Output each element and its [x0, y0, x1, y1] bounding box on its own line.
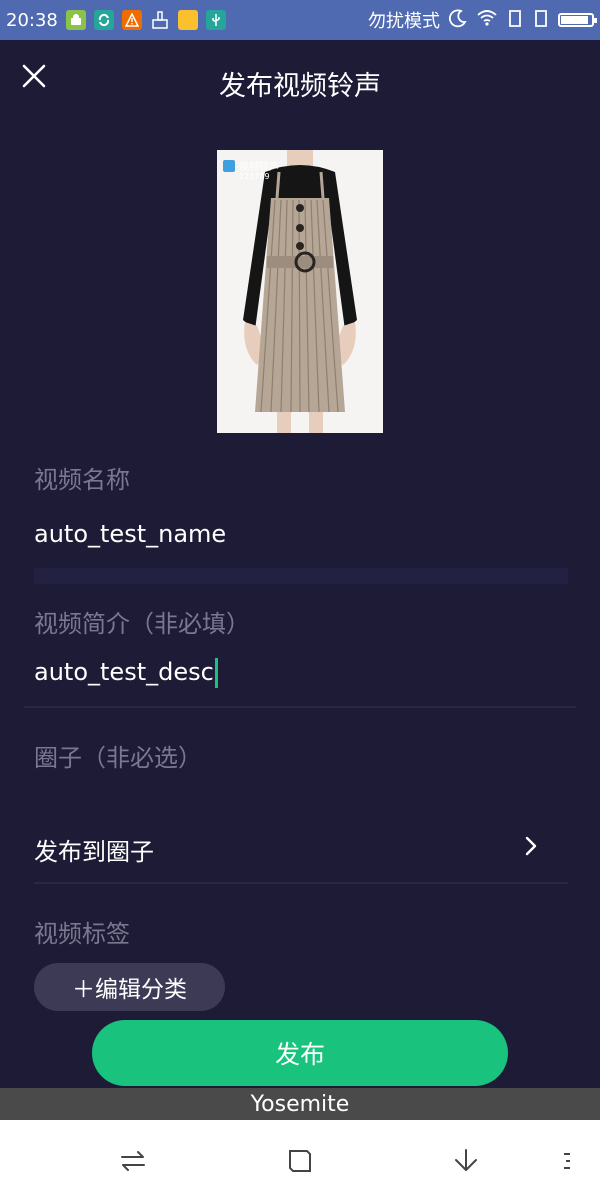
text-cursor: [214, 658, 218, 688]
video-name-label: 视频名称: [34, 466, 130, 494]
signal-icon: [506, 8, 524, 33]
app-logo-icon: [223, 159, 235, 172]
battery-level-fill: [561, 16, 589, 24]
status-time: 20:38: [6, 9, 58, 31]
battery-icon: [558, 13, 597, 27]
notification-pull-button[interactable]: [451, 1146, 481, 1176]
signal-icon: [532, 8, 550, 33]
android-notification-icon: [65, 10, 86, 30]
broom-icon: [150, 10, 170, 30]
folder-icon: [177, 10, 198, 30]
system-nav-bar: [0, 1120, 600, 1200]
page-title: 发布视频铃声: [219, 71, 381, 102]
video-tags-label: 视频标签: [34, 920, 130, 948]
dnd-label: 勿扰模式: [368, 11, 440, 32]
cover-watermark: 视频铃声: [223, 158, 279, 173]
warning-icon: [121, 10, 142, 30]
chevron-right-icon: [525, 836, 537, 856]
video-name-underline: [34, 568, 568, 584]
home-square-icon: [289, 1150, 311, 1172]
video-cover-preview[interactable]: 视频铃声 123789: [217, 150, 383, 433]
switch-apps-icon: [121, 1151, 145, 1171]
wifi-icon: [476, 9, 498, 32]
publish-button[interactable]: 发布: [92, 1020, 508, 1086]
status-bar-right: 勿扰模式: [368, 7, 597, 33]
video-desc-label: 视频简介（非必填）: [34, 610, 250, 638]
switch-apps-button[interactable]: [118, 1146, 148, 1176]
wifi-ssid-bar: Yosemite: [0, 1088, 600, 1120]
status-bar-left: 20:38: [6, 10, 226, 31]
publish-to-circle-text: 发布到圈子: [34, 838, 154, 866]
desc-divider: [24, 706, 576, 708]
video-desc-text: auto_test_desc: [34, 658, 214, 686]
edit-category-button[interactable]: ＋编辑分类: [34, 963, 225, 1011]
cover-image: [217, 150, 383, 433]
status-bar: 20:38 勿扰模式: [0, 0, 600, 40]
moon-icon: [448, 8, 468, 33]
publish-to-circle-row[interactable]: 发布到圈子: [0, 812, 600, 880]
video-desc-input[interactable]: auto_test_desc: [34, 658, 218, 688]
download-arrow-icon: [455, 1149, 477, 1171]
cover-watermark-id: 123789: [239, 172, 270, 181]
menu-dots-icon: [564, 1153, 570, 1169]
menu-button[interactable]: [552, 1146, 582, 1176]
sync-app-icon: [93, 10, 114, 30]
video-name-input[interactable]: auto_test_name: [34, 520, 226, 548]
home-button[interactable]: [285, 1146, 315, 1176]
circle-divider: [34, 882, 568, 884]
top-header: 发布视频铃声: [0, 40, 600, 124]
cover-watermark-text: 视频铃声: [239, 162, 279, 173]
usb-icon: [205, 10, 226, 30]
circle-label: 圈子（非必选）: [34, 744, 202, 772]
